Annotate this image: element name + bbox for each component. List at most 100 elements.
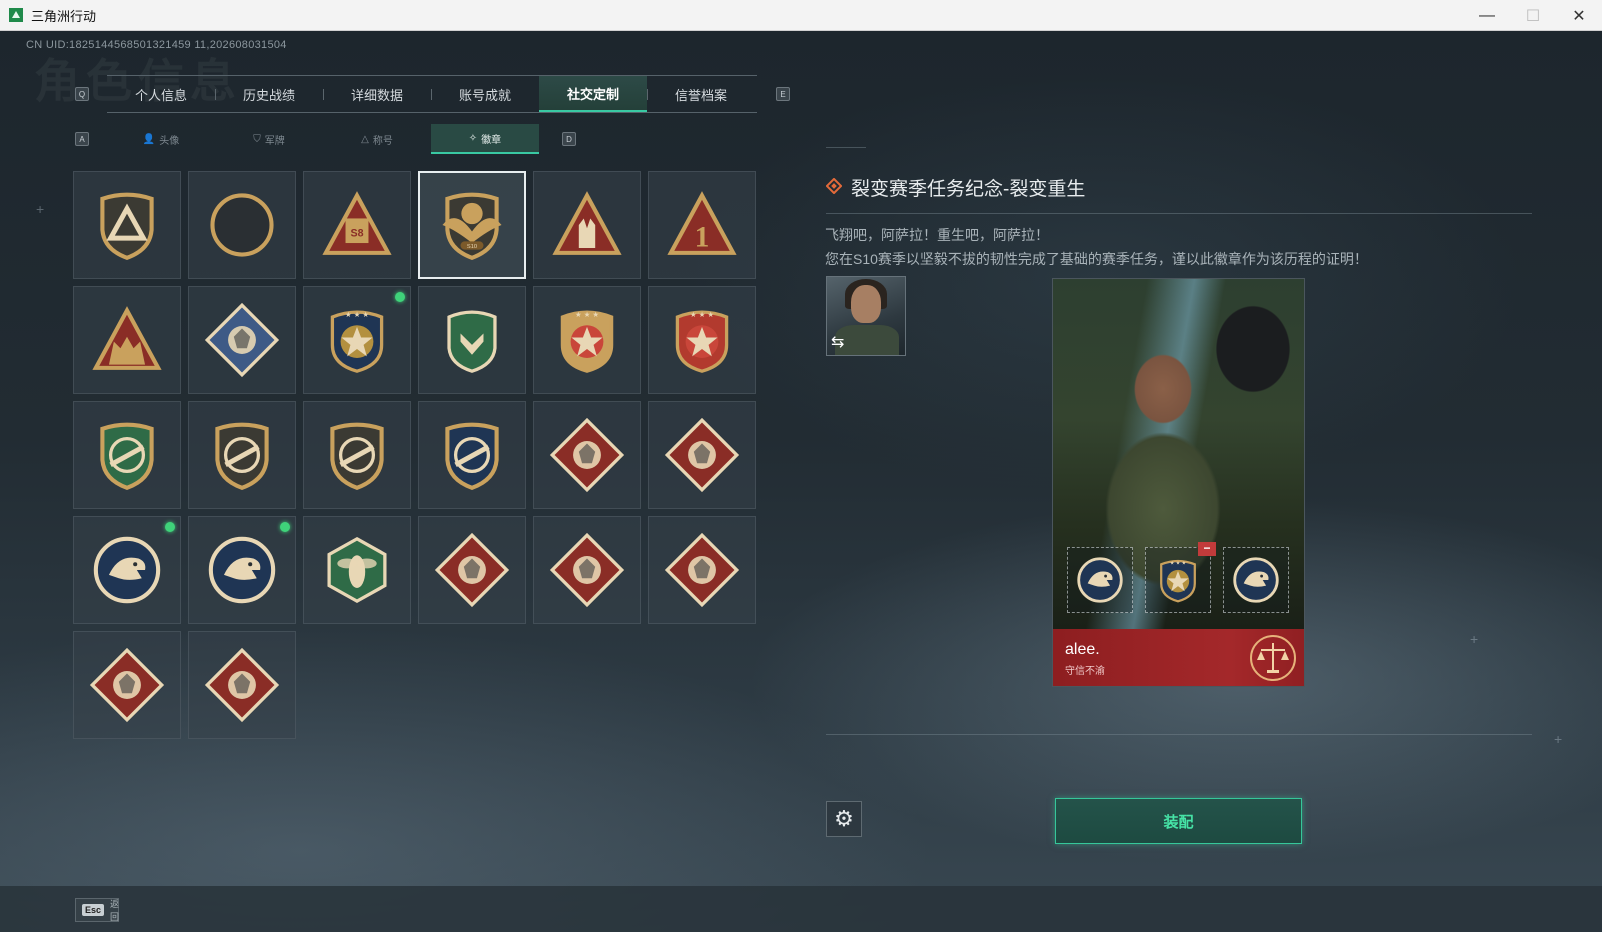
sub-tab-bar: 👤 头像 ⛉ 军牌 △ 称号 ✧ 徽章 [107, 124, 541, 154]
key-hint-a[interactable]: A [75, 132, 89, 146]
tab-3[interactable]: 账号成就 [431, 76, 539, 112]
rose-diamond-icon [204, 302, 280, 378]
app-window: 三角洲行动 — ☐ ✕ 角色信息 CN UID:1825144568501321… [0, 0, 1602, 932]
subtab-0[interactable]: 👤 头像 [107, 124, 215, 154]
badge-cell[interactable] [648, 401, 756, 509]
tab-5[interactable]: 信誉档案 [647, 76, 755, 112]
badge-cell[interactable] [73, 401, 181, 509]
remove-badge-button[interactable]: − [1198, 542, 1216, 556]
avatar-face [851, 285, 881, 323]
window-titlebar: 三角洲行动 — ☐ ✕ [0, 0, 1602, 31]
subtab-1[interactable]: ⛉ 军牌 [215, 124, 323, 154]
badge-cell[interactable]: S8 [303, 171, 411, 279]
badge-cell[interactable]: S10 [418, 171, 526, 279]
badge-cell[interactable] [533, 401, 641, 509]
window-controls: — ☐ ✕ [1464, 0, 1602, 31]
badge-cell[interactable] [188, 631, 296, 739]
badge-cell[interactable] [188, 401, 296, 509]
number-one-icon: 1 [667, 191, 737, 255]
equip-button[interactable]: 装配 [1055, 798, 1302, 844]
tab-1[interactable]: 历史战绩 [215, 76, 323, 112]
star-medal-icon: ★ ★ ★ [330, 310, 384, 373]
new-indicator-dot [395, 292, 405, 302]
detail-bottom-divider [826, 734, 1532, 735]
tab-0[interactable]: 个人信息 [107, 76, 215, 112]
snake-diamond-icon [89, 647, 165, 723]
avatar-body [835, 325, 899, 355]
dragon-diamond-2-icon [549, 532, 625, 608]
profile-card-preview: ★ ★ ★ − alee. 守信不渝 [1052, 278, 1305, 687]
player-title: 守信不渝 [1065, 666, 1105, 677]
s8-triangle-icon: S8 [322, 191, 392, 255]
close-button[interactable]: ✕ [1556, 0, 1602, 31]
tag-icon: ⛉ [253, 133, 261, 145]
badge-slot-3[interactable] [1223, 547, 1289, 613]
helicopter-icon [210, 193, 274, 257]
badge-cell[interactable] [73, 286, 181, 394]
badge-cell[interactable] [188, 171, 296, 279]
eagle-circle-icon [93, 536, 161, 604]
app-logo-icon [9, 8, 23, 22]
key-hint-q[interactable]: Q [75, 87, 89, 101]
bottom-bar: Esc 返回 [0, 886, 1602, 932]
badge-cell[interactable] [73, 631, 181, 739]
badge-cell[interactable] [418, 516, 526, 624]
subtab-3[interactable]: ✧ 徽章 [431, 124, 539, 154]
badge-cell[interactable] [188, 286, 296, 394]
badge-cell[interactable] [533, 516, 641, 624]
squad-triangle-icon [92, 306, 162, 370]
badge-slot-2[interactable]: ★ ★ ★ − [1145, 542, 1216, 613]
badge-cell[interactable]: 1 [648, 171, 756, 279]
key-hint-e[interactable]: E [776, 87, 790, 101]
subtab-2[interactable]: △ 称号 [323, 124, 431, 154]
key-hint-d[interactable]: D [562, 132, 576, 146]
avatar-swap-thumbnail[interactable]: ⇆ [826, 276, 906, 356]
triangle-icon: △ [361, 133, 369, 145]
decor-cross: + [1470, 631, 1479, 647]
gear-icon: ⚙ [834, 806, 854, 831]
minimize-button[interactable]: — [1464, 0, 1510, 31]
s10-eagle-icon: S10 [442, 192, 502, 260]
decor-cross: + [1554, 731, 1563, 747]
back-button[interactable]: Esc 返回 [75, 898, 119, 922]
badge-cell[interactable] [418, 286, 526, 394]
scales-emblem-icon [1250, 635, 1296, 681]
tab-4[interactable]: 社交定制 [539, 76, 647, 112]
badge-description-line: 您在S10赛季以坚毅不拔的韧性完成了基础的赛季任务，谨以此徽章作为该历程的证明！ [825, 251, 1368, 267]
maximize-button[interactable]: ☐ [1510, 0, 1556, 31]
main-tab-bar: 个人信息 历史战绩 详细数据 账号成就 社交定制 信誉档案 [107, 75, 757, 113]
badge-cell[interactable] [303, 516, 411, 624]
wolf-diamond-2-icon [664, 417, 740, 493]
player-name: alee. [1065, 641, 1100, 658]
badge-cell[interactable]: ★ ★ ★ [648, 286, 756, 394]
subtab-label: 称号 [372, 135, 393, 147]
rock-hand-icon [552, 191, 622, 255]
badge-cell[interactable] [188, 516, 296, 624]
wings-icon: ✧ [468, 132, 478, 144]
tab-2[interactable]: 详细数据 [323, 76, 431, 112]
wheel-diamond-icon [204, 647, 280, 723]
red-star-medal-icon: ★ ★ ★ [675, 310, 729, 373]
gold-crosshair-shield-icon [445, 422, 499, 490]
settings-button[interactable]: ⚙ [826, 801, 862, 837]
badge-cell[interactable] [648, 516, 756, 624]
badge-slot-1[interactable] [1067, 547, 1133, 613]
badge-cell[interactable] [73, 516, 181, 624]
badge-cell[interactable] [418, 401, 526, 509]
star-medal-icon: ★ ★ ★ [1160, 559, 1196, 603]
badge-cell[interactable] [73, 171, 181, 279]
card-banner: alee. 守信不渝 [1053, 629, 1304, 686]
badge-cell[interactable] [533, 171, 641, 279]
badge-grid: S8 S10 1 ★ ★ ★ ★ ★ ★ ★ ★ ★ [73, 171, 773, 739]
eagle-circle-icon [1077, 557, 1123, 603]
wolf-diamond-icon [549, 417, 625, 493]
svg-text:S8: S8 [350, 227, 363, 239]
badge-cell[interactable]: ★ ★ ★ [533, 286, 641, 394]
game-view: 角色信息 CN UID:1825144568501321459 11,20260… [0, 31, 1602, 932]
badge-cell[interactable]: ★ ★ ★ [303, 286, 411, 394]
decor-cross: + [36, 201, 45, 217]
svg-text:★ ★ ★: ★ ★ ★ [1170, 560, 1187, 566]
badge-cell[interactable] [303, 401, 411, 509]
sniper-shield-icon [330, 422, 384, 490]
runner-diamond-icon [664, 532, 740, 608]
